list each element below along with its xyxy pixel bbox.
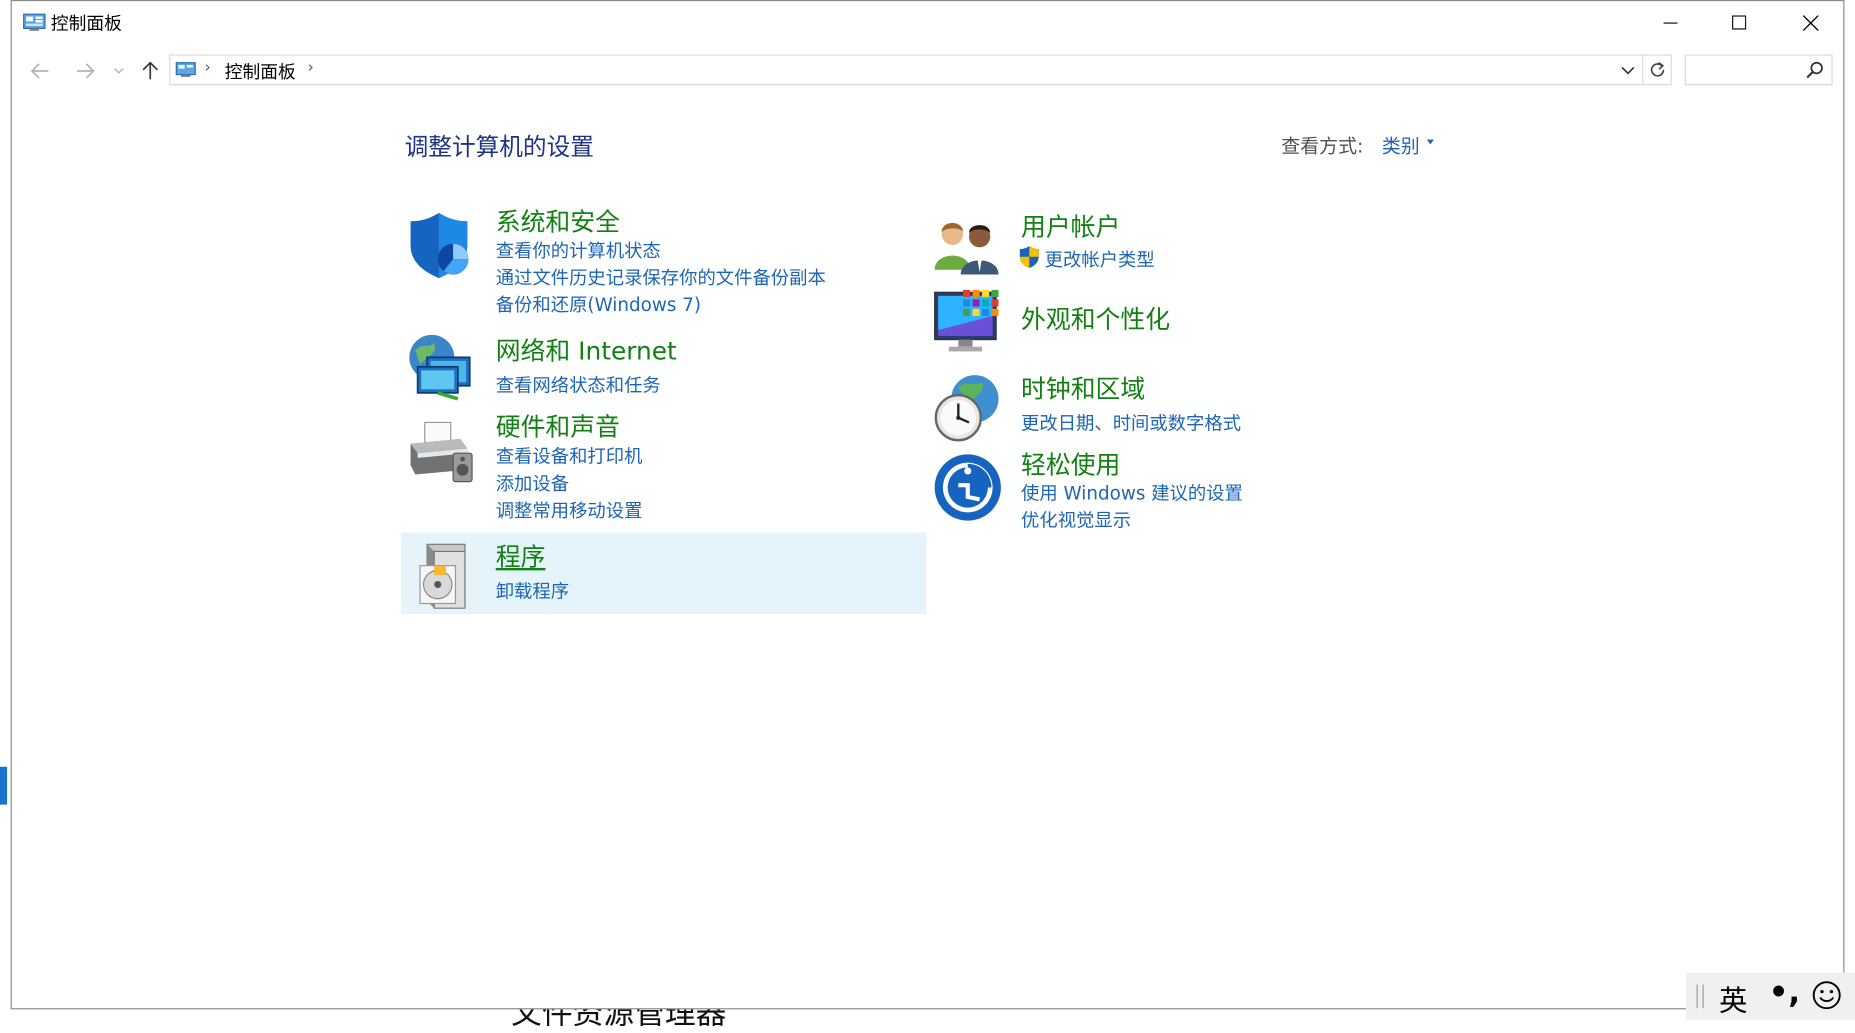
control-panel-icon xyxy=(175,62,196,77)
control-panel-window: 控制面板 › 控制面板 › 调整计算机的设置 查看方式: 类别 系统和安全 查看… xyxy=(10,0,1845,1010)
search-icon[interactable] xyxy=(1805,60,1824,79)
link-view-computer-status[interactable]: 查看你的计算机状态 xyxy=(496,237,661,263)
shield-icon[interactable] xyxy=(406,209,477,280)
title-bar[interactable]: 控制面板 xyxy=(12,1,1843,46)
arrow-right-icon xyxy=(76,63,95,79)
link-mobility-settings[interactable]: 调整常用移动设置 xyxy=(496,497,643,523)
window-title: 控制面板 xyxy=(50,13,122,35)
taskbar-accent xyxy=(0,766,8,805)
smiley-icon[interactable] xyxy=(1811,980,1842,1011)
recent-locations-button[interactable] xyxy=(109,57,128,85)
link-backup-restore[interactable]: 备份和还原(Windows 7) xyxy=(496,291,701,317)
category-title-user-accounts[interactable]: 用户帐户 xyxy=(1021,208,1120,243)
refresh-icon[interactable] xyxy=(1647,59,1668,80)
breadcrumb[interactable]: 控制面板 xyxy=(225,59,296,84)
ime-language-toggle[interactable]: 英 xyxy=(1719,977,1747,1018)
back-button[interactable] xyxy=(26,57,54,85)
network-icon[interactable] xyxy=(406,331,477,402)
printer-icon[interactable] xyxy=(406,418,477,489)
link-devices-printers[interactable]: 查看设备和打印机 xyxy=(496,443,643,469)
page-title: 调整计算机的设置 xyxy=(404,132,594,161)
search-box[interactable] xyxy=(1684,54,1833,86)
address-toolbar: › 控制面板 › xyxy=(12,49,1843,94)
address-box[interactable]: › 控制面板 › xyxy=(169,54,1672,86)
category-title-clock-region[interactable]: 时钟和区域 xyxy=(1021,370,1145,405)
category-title-network[interactable]: 网络和 Internet xyxy=(496,333,677,368)
ime-punctuation-toggle[interactable]: •, xyxy=(1769,975,1800,1010)
arrow-up-icon xyxy=(142,61,158,80)
category-hover-highlight xyxy=(401,532,927,615)
category-title-appearance[interactable]: 外观和个性化 xyxy=(1021,301,1170,336)
maximize-button[interactable] xyxy=(1705,1,1774,44)
control-panel-icon xyxy=(23,13,46,31)
forward-button[interactable] xyxy=(71,57,99,85)
arrow-left-icon xyxy=(30,63,49,79)
link-add-device[interactable]: 添加设备 xyxy=(496,470,569,496)
view-by-dropdown[interactable]: 类别 xyxy=(1382,130,1420,158)
breadcrumb-separator-icon[interactable]: › xyxy=(205,59,211,77)
close-button[interactable] xyxy=(1776,1,1843,44)
link-windows-recommended-settings[interactable]: 使用 Windows 建议的设置 xyxy=(1021,479,1243,505)
ime-drag-handle[interactable] xyxy=(1696,984,1704,1009)
ease-of-access-icon[interactable] xyxy=(932,452,1003,523)
category-title-system-security[interactable]: 系统和安全 xyxy=(496,204,620,239)
chevron-down-icon xyxy=(113,68,123,74)
ime-toolbar: 英 •, xyxy=(1685,972,1855,1021)
chevron-down-icon[interactable] xyxy=(1426,139,1434,145)
minimize-button[interactable] xyxy=(1636,1,1705,44)
search-input[interactable] xyxy=(1690,56,1809,86)
appearance-icon[interactable] xyxy=(932,288,1003,359)
link-file-history-backup[interactable]: 通过文件历史记录保存你的文件备份副本 xyxy=(496,264,826,290)
close-icon xyxy=(1802,14,1818,31)
view-by-label: 查看方式: xyxy=(1281,134,1364,158)
maximize-icon xyxy=(1732,15,1747,30)
minimize-icon xyxy=(1663,22,1678,24)
chevron-down-icon[interactable] xyxy=(1618,60,1637,79)
link-change-date-time-format[interactable]: 更改日期、时间或数字格式 xyxy=(1021,409,1241,435)
divider xyxy=(1642,55,1644,85)
users-icon[interactable] xyxy=(932,211,1003,282)
link-network-status[interactable]: 查看网络状态和任务 xyxy=(496,372,661,398)
link-change-account-type[interactable]: 更改帐户类型 xyxy=(1045,246,1155,272)
category-title-programs[interactable]: 程序 xyxy=(496,538,546,573)
up-button[interactable] xyxy=(136,57,164,85)
uac-shield-icon xyxy=(1019,246,1039,269)
programs-icon[interactable] xyxy=(406,540,477,611)
link-optimize-visual-display[interactable]: 优化视觉显示 xyxy=(1021,506,1131,532)
category-title-ease-of-access[interactable]: 轻松使用 xyxy=(1021,446,1120,481)
link-uninstall-program[interactable]: 卸载程序 xyxy=(496,577,569,603)
breadcrumb-separator-icon[interactable]: › xyxy=(308,59,314,77)
clock-icon[interactable] xyxy=(932,373,1003,444)
category-title-hardware-sound[interactable]: 硬件和声音 xyxy=(496,408,620,443)
